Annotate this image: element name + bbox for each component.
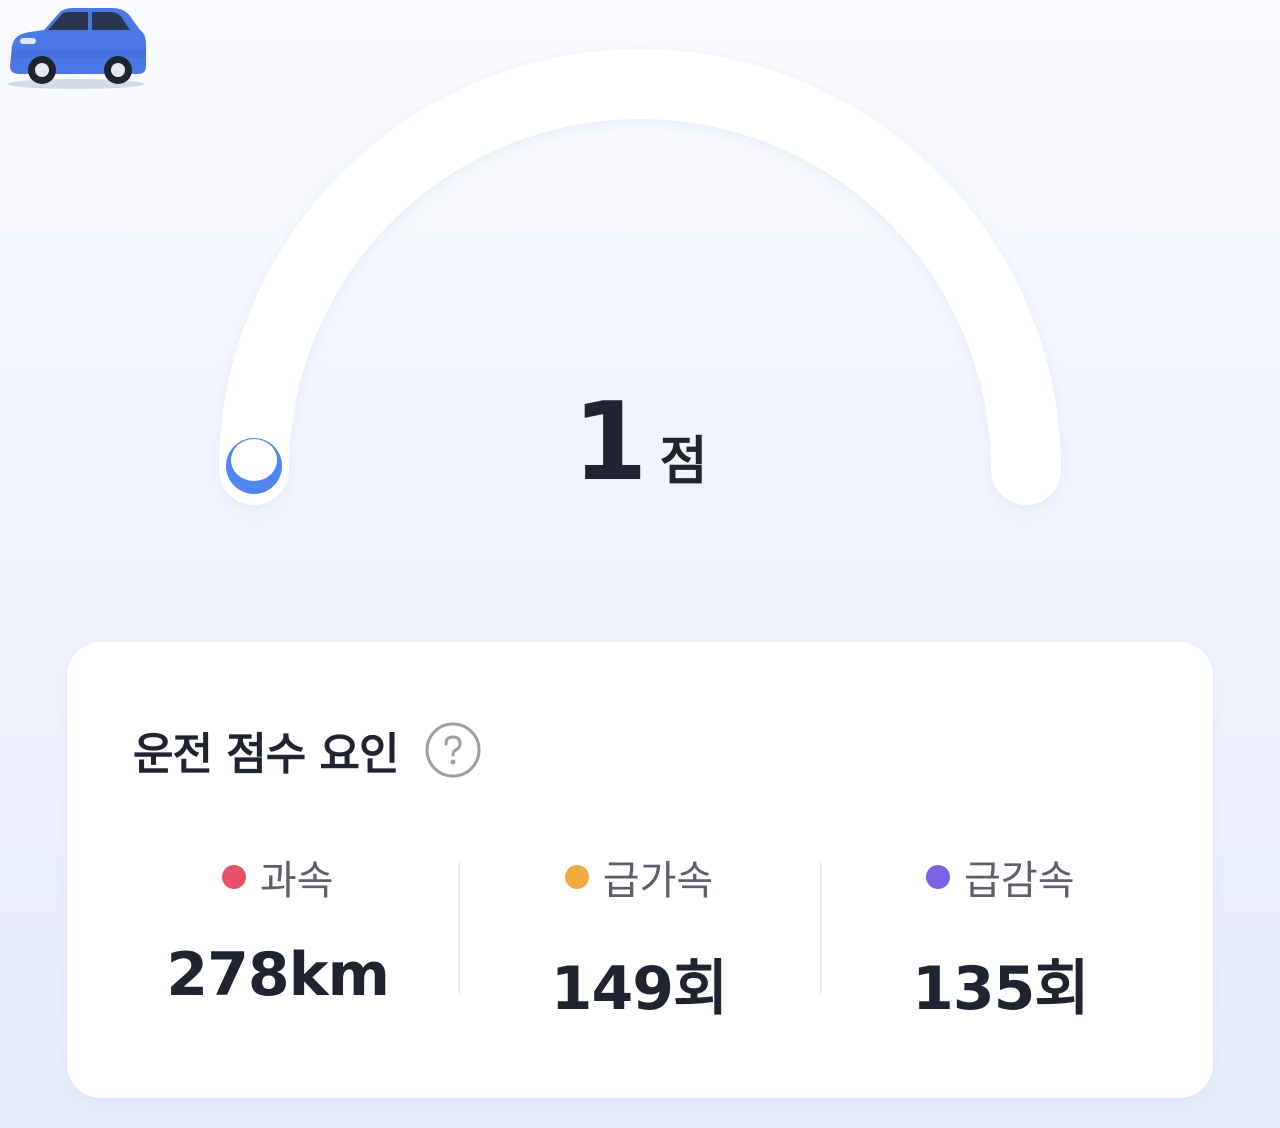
factor-label-row: 급감속 <box>820 852 1181 904</box>
rapid-deceleration-dot <box>926 865 951 889</box>
rapid-acceleration-dot <box>564 865 589 889</box>
factor-value: 135회 <box>912 954 1089 1024</box>
factor-speeding: 과속 278km <box>97 852 458 1010</box>
factor-value: 149회 <box>550 954 728 1024</box>
factor-label: 과속 <box>259 858 334 904</box>
score-display: 1점 <box>0 380 1280 505</box>
speeding-dot <box>221 865 246 889</box>
factor-label-row: 과속 <box>97 852 458 904</box>
car-icon <box>8 8 146 89</box>
factor-label: 급감속 <box>964 858 1075 904</box>
score-unit: 점 <box>659 432 708 492</box>
score-gauge: 1점 <box>0 0 1280 620</box>
factor-label-row: 급가속 <box>458 852 819 904</box>
factor-list: 과속 278km 급가속 149회 급감속 135회 <box>97 852 1181 1024</box>
factor-rapid-deceleration: 급감속 135회 <box>819 852 1181 1024</box>
score-factors-card: 운전 점수 요인 과속 278km 급가속 149회 급감속 135회 <box>67 642 1213 1098</box>
factor-rapid-acceleration: 급가속 149회 <box>458 852 819 1024</box>
factor-value: 278km <box>166 940 390 1010</box>
card-header: 운전 점수 요인 <box>133 718 481 782</box>
question-circle-icon[interactable] <box>425 722 481 778</box>
score-value: 1 <box>572 380 648 505</box>
card-title: 운전 점수 요인 <box>133 729 400 780</box>
gauge-arc <box>219 49 1061 505</box>
factor-label: 급가속 <box>602 858 714 904</box>
